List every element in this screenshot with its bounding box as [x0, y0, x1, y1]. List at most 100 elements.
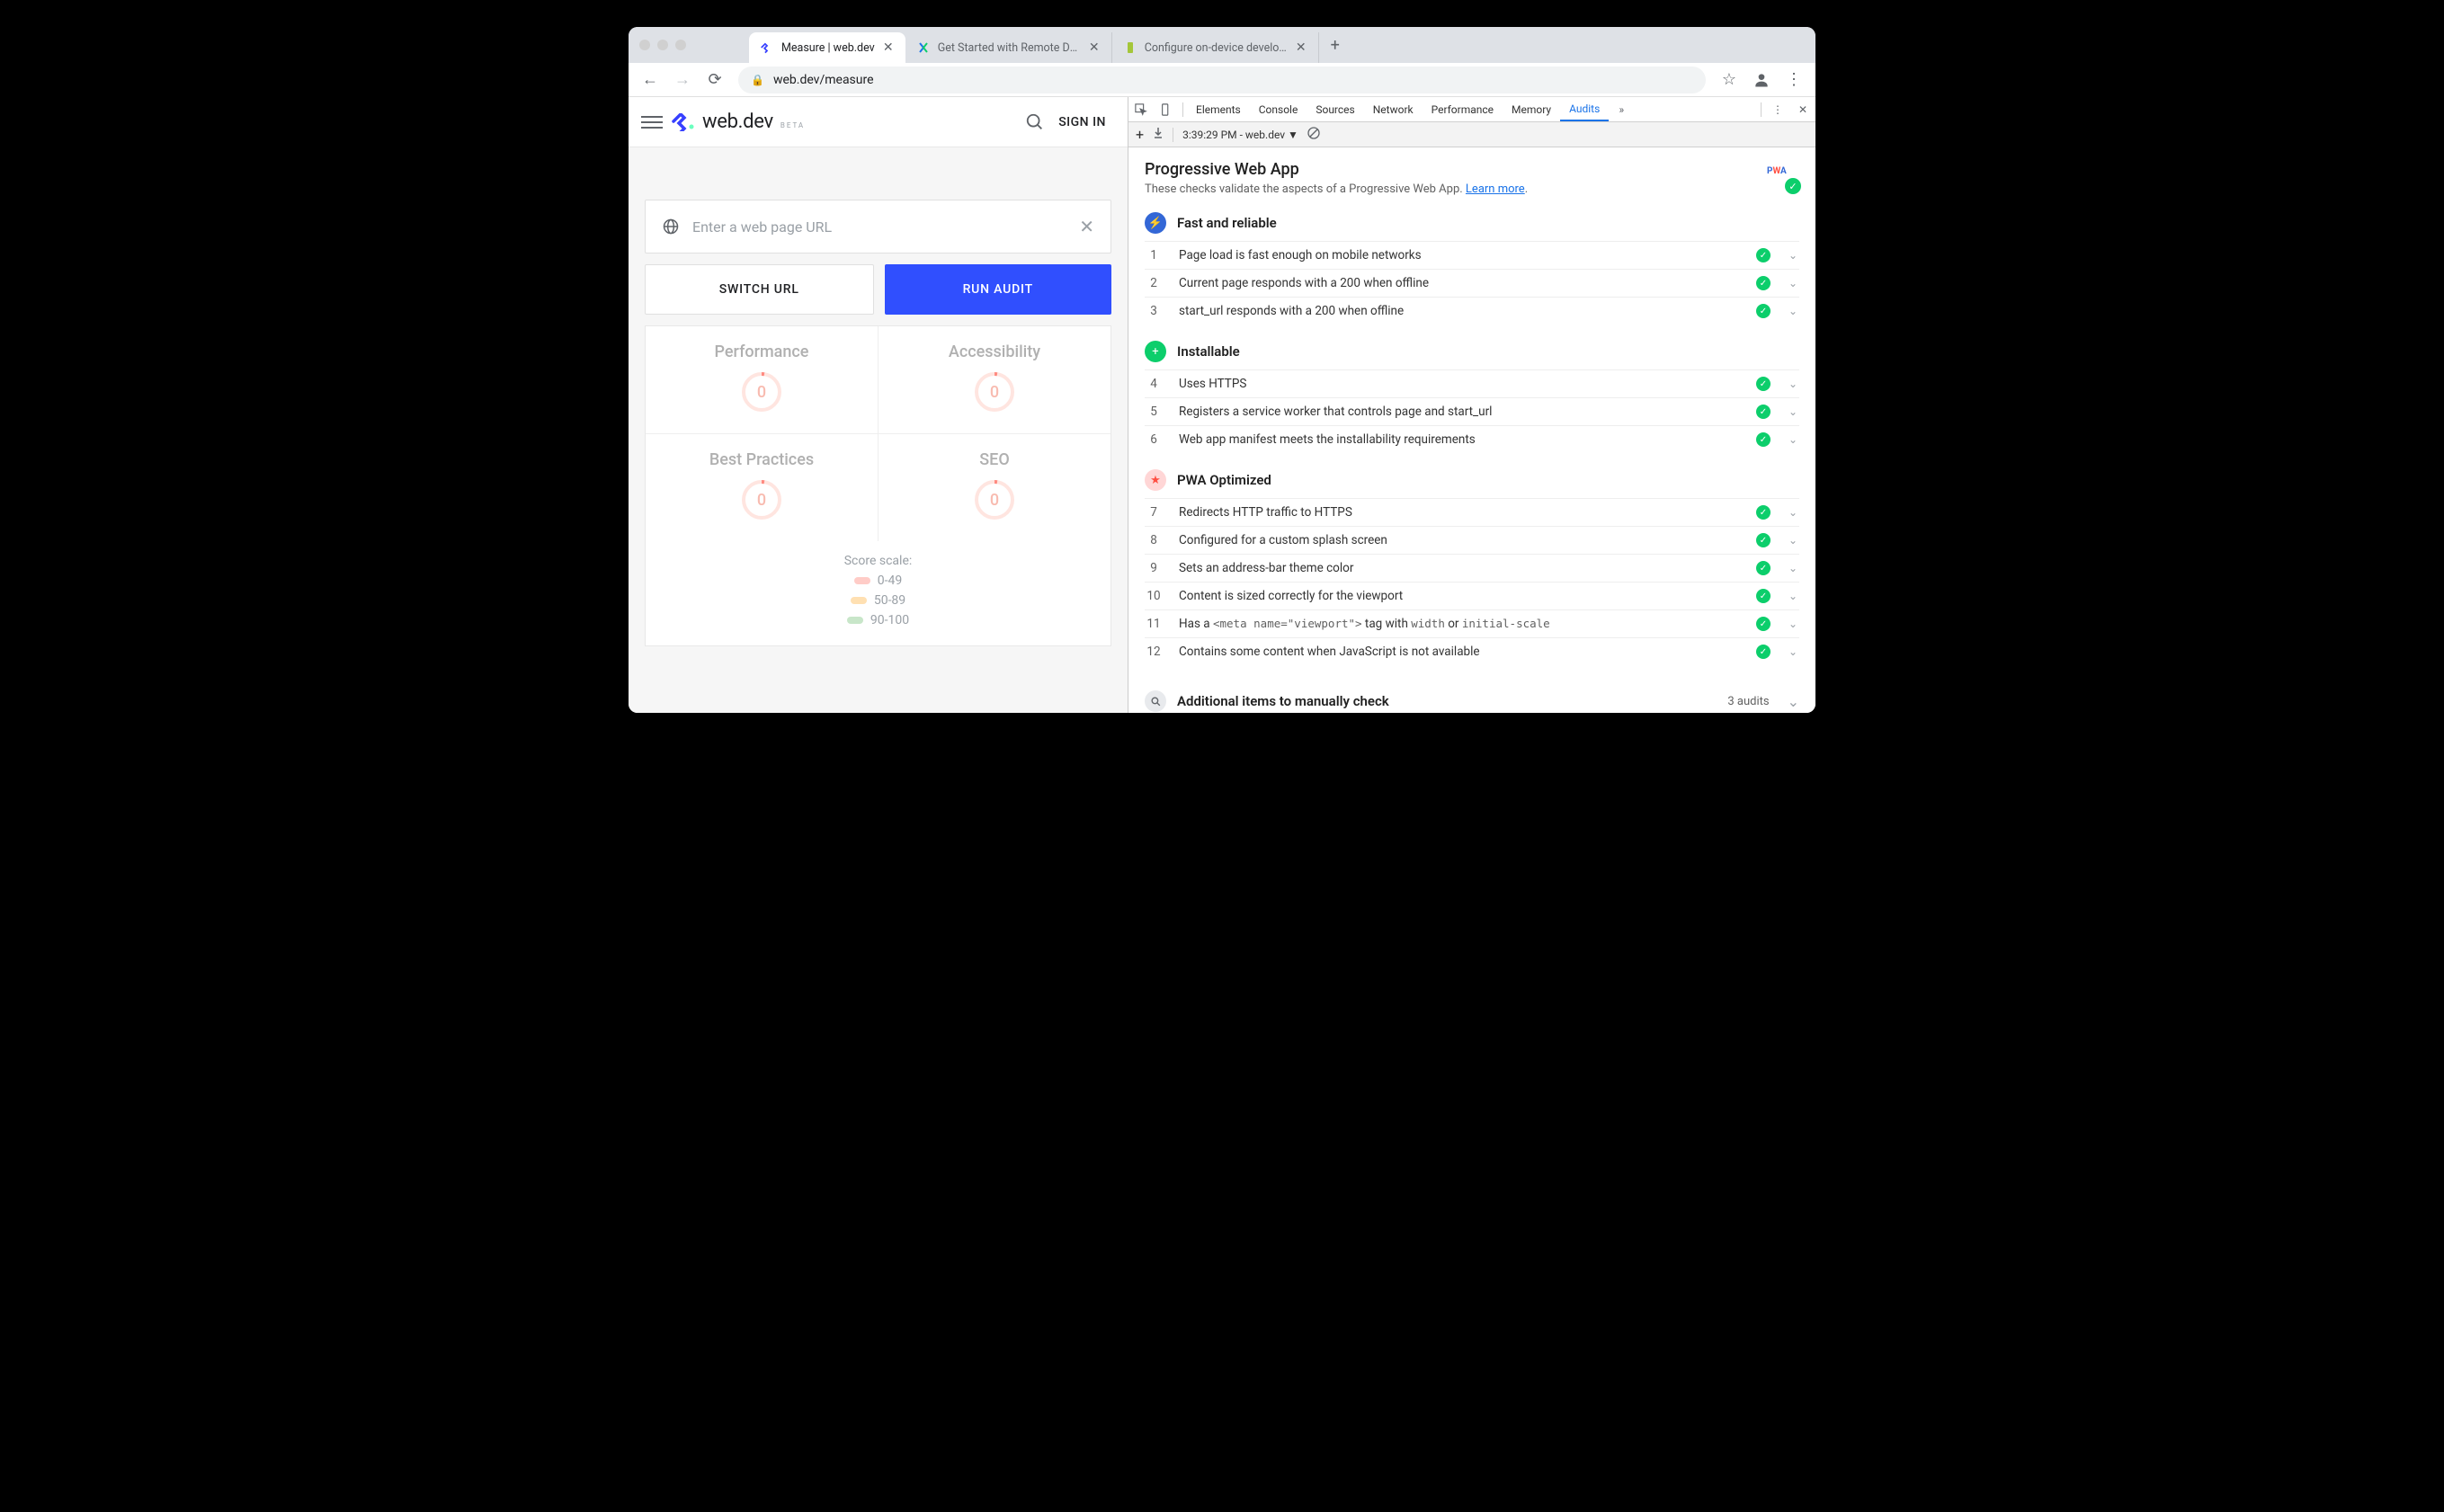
- signin-button[interactable]: SIGN IN: [1058, 115, 1106, 129]
- close-icon[interactable]: ✕: [1295, 41, 1307, 54]
- audits-toolbar: + 3:39:29 PM - web.dev ▼: [1128, 122, 1815, 147]
- audit-item[interactable]: 2 Current page responds with a 200 when …: [1145, 269, 1799, 297]
- devtools-close-icon[interactable]: ✕: [1790, 103, 1815, 116]
- audit-item[interactable]: 4 Uses HTTPS ✓ ⌄: [1145, 369, 1799, 397]
- device-icon[interactable]: [1154, 103, 1179, 116]
- search-icon[interactable]: [1021, 108, 1049, 137]
- item-number: 2: [1145, 276, 1163, 290]
- url-input[interactable]: [692, 218, 1066, 236]
- score-legend: Score scale: 0-4950-8990-100: [646, 541, 1111, 645]
- browser-tab[interactable]: Get Started with Remote Debu ✕: [905, 32, 1112, 63]
- item-text: Contains some content when JavaScript is…: [1179, 645, 1740, 659]
- pass-icon: ✓: [1756, 533, 1771, 547]
- plus-icon: +: [1145, 341, 1166, 362]
- inspect-icon[interactable]: [1128, 103, 1154, 116]
- logo-text: web.dev: [702, 111, 773, 133]
- back-button[interactable]: ←: [636, 66, 665, 94]
- learn-more-link[interactable]: Learn more: [1466, 182, 1525, 196]
- chevron-down-icon: ⌄: [1787, 506, 1799, 519]
- pass-icon: ✓: [1756, 432, 1771, 447]
- browser-tab[interactable]: Measure | web.dev ✕: [749, 32, 905, 63]
- close-icon[interactable]: ✕: [882, 41, 895, 54]
- devtools-tab[interactable]: Sources: [1307, 97, 1363, 121]
- app-header: web.dev BETA SIGN IN: [629, 97, 1128, 147]
- star-icon: ★: [1145, 469, 1166, 491]
- devtools-tab[interactable]: Memory: [1503, 97, 1560, 121]
- metric-card: SEO 0: [879, 434, 1111, 541]
- metric-value: 0: [973, 478, 1016, 521]
- item-text: Has a <meta name="viewport"> tag with wi…: [1179, 617, 1740, 631]
- more-tabs-icon[interactable]: »: [1609, 103, 1634, 116]
- devtools-tab[interactable]: Network: [1364, 97, 1423, 121]
- audit-item[interactable]: 7 Redirects HTTP traffic to HTTPS ✓ ⌄: [1145, 498, 1799, 526]
- devtools-tab[interactable]: Elements: [1187, 97, 1250, 121]
- gauge: 0: [740, 478, 783, 521]
- item-number: 9: [1145, 561, 1163, 575]
- audit-item[interactable]: 10 Content is sized correctly for the vi…: [1145, 582, 1799, 609]
- clear-icon[interactable]: [1307, 127, 1320, 142]
- audit-item[interactable]: 12 Contains some content when JavaScript…: [1145, 637, 1799, 665]
- page-body: ✕ SWITCH URL RUN AUDIT Performance 0 Acc…: [629, 147, 1128, 713]
- audit-item[interactable]: 1 Page load is fast enough on mobile net…: [1145, 241, 1799, 269]
- add-icon[interactable]: +: [1136, 126, 1144, 143]
- report-selector[interactable]: 3:39:29 PM - web.dev ▼: [1182, 129, 1298, 141]
- legend-item: 0-49: [646, 574, 1111, 588]
- audit-item[interactable]: 8 Configured for a custom splash screen …: [1145, 526, 1799, 554]
- devtools-tab[interactable]: Performance: [1423, 97, 1503, 121]
- metric-label: Accessibility: [888, 342, 1102, 361]
- forward-button[interactable]: →: [668, 66, 697, 94]
- new-tab-button[interactable]: +: [1323, 32, 1348, 58]
- run-audit-button[interactable]: RUN AUDIT: [885, 264, 1112, 315]
- star-button[interactable]: ☆: [1715, 66, 1744, 94]
- audit-item[interactable]: 6 Web app manifest meets the installabil…: [1145, 425, 1799, 453]
- chevron-down-icon: ⌄: [1788, 693, 1799, 710]
- item-text: Page load is fast enough on mobile netwo…: [1179, 248, 1740, 262]
- switch-url-button[interactable]: SWITCH URL: [645, 264, 874, 315]
- pass-icon: ✓: [1756, 276, 1771, 290]
- manual-title: Additional items to manually check: [1177, 693, 1389, 709]
- pass-icon: ✓: [1756, 377, 1771, 391]
- address-bar[interactable]: 🔒 web.dev/measure: [738, 67, 1706, 93]
- item-text: start_url responds with a 200 when offli…: [1179, 304, 1740, 318]
- manual-section[interactable]: Additional items to manually check 3 aud…: [1145, 681, 1799, 712]
- category-title: PWA Optimized: [1177, 472, 1271, 488]
- audit-item[interactable]: 5 Registers a service worker that contro…: [1145, 397, 1799, 425]
- gauge: 0: [740, 370, 783, 414]
- pass-icon: ✓: [1756, 645, 1771, 659]
- hamburger-icon[interactable]: [641, 116, 663, 129]
- item-text: Web app manifest meets the installabilit…: [1179, 432, 1740, 447]
- tab-title: Measure | web.dev: [781, 41, 875, 55]
- devtools-tab[interactable]: Audits: [1560, 97, 1609, 121]
- url-text: web.dev/measure: [773, 73, 1693, 87]
- audit-item[interactable]: 3 start_url responds with a 200 when off…: [1145, 297, 1799, 325]
- item-number: 3: [1145, 304, 1163, 318]
- browser-tab[interactable]: Configure on-device developer ✕: [1112, 32, 1319, 63]
- item-number: 1: [1145, 248, 1163, 262]
- audit-item[interactable]: 11 Has a <meta name="viewport"> tag with…: [1145, 609, 1799, 637]
- audit-item[interactable]: 9 Sets an address-bar theme color ✓ ⌄: [1145, 554, 1799, 582]
- item-number: 11: [1145, 617, 1163, 631]
- devtools-tab[interactable]: Console: [1250, 97, 1307, 121]
- close-icon[interactable]: ✕: [1088, 41, 1101, 54]
- download-icon[interactable]: [1153, 128, 1164, 141]
- devtools-menu-icon[interactable]: ⋮: [1765, 103, 1790, 116]
- content: web.dev BETA SIGN IN ✕ SWIT: [629, 97, 1815, 713]
- profile-button[interactable]: [1747, 66, 1776, 94]
- favicon: [760, 40, 774, 55]
- logo[interactable]: web.dev BETA: [672, 111, 805, 133]
- menu-button[interactable]: ⋮: [1779, 66, 1808, 94]
- item-text: Uses HTTPS: [1179, 377, 1740, 391]
- reload-button[interactable]: ⟳: [700, 66, 729, 94]
- lock-icon: 🔒: [751, 74, 764, 86]
- audit-category: ⚡ Fast and reliable: [1145, 212, 1799, 234]
- metric-card: Accessibility 0: [879, 326, 1111, 433]
- max-dot[interactable]: [675, 40, 686, 50]
- item-number: 12: [1145, 645, 1163, 659]
- min-dot[interactable]: [657, 40, 668, 50]
- devtools: ElementsConsoleSourcesNetworkPerformance…: [1128, 97, 1815, 713]
- pass-icon: ✓: [1756, 617, 1771, 631]
- metric-label: SEO: [888, 450, 1102, 469]
- clear-icon[interactable]: ✕: [1079, 216, 1094, 237]
- metric-card: Best Practices 0: [646, 434, 879, 541]
- close-dot[interactable]: [639, 40, 650, 50]
